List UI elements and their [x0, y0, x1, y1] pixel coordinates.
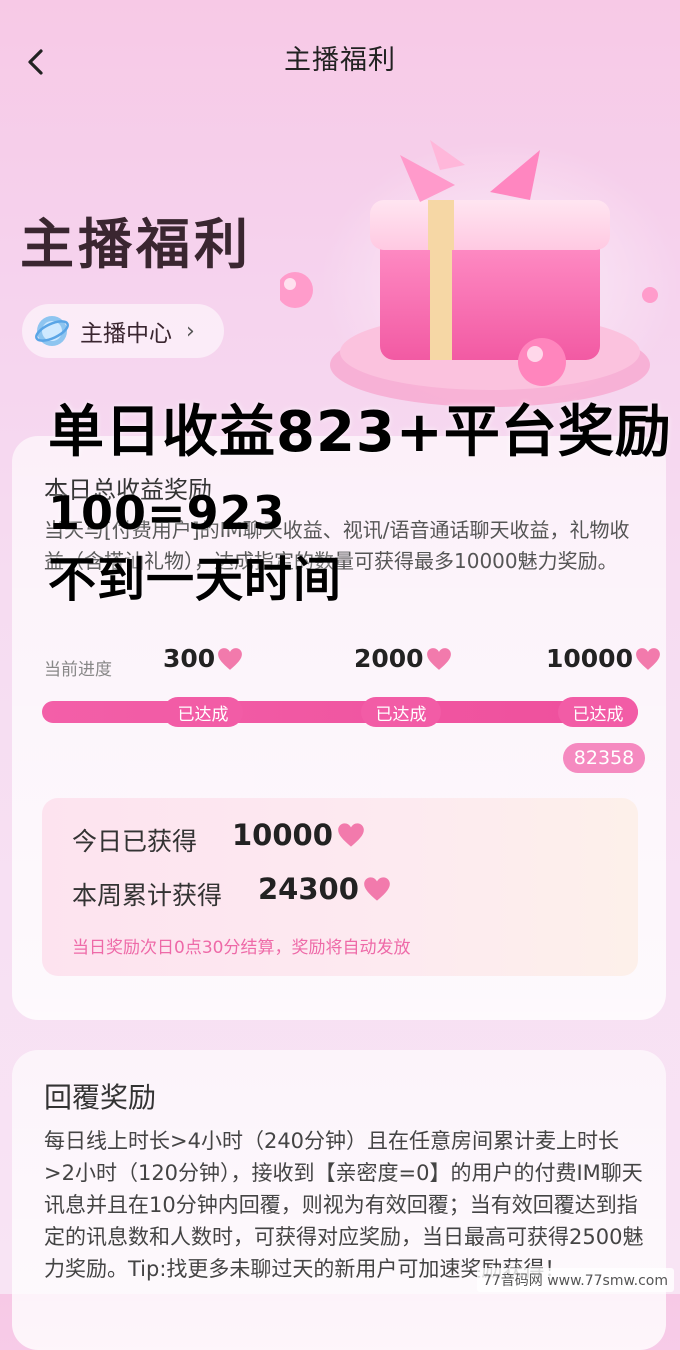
milestone-2: 2000 [354, 644, 452, 673]
progress-label: 当前进度 [44, 660, 112, 680]
reply-card-description: 每日线上时长>4小时（240分钟）且在任意房间累计麦上时长>2小时（120分钟）… [44, 1129, 644, 1281]
heart-icon [636, 647, 660, 670]
anchor-center-link[interactable]: 主播中心 › [22, 304, 224, 358]
gift-box-icon [280, 140, 680, 420]
reply-card-title: 回覆奖励 [44, 1081, 157, 1114]
milestone-value: 2000 [354, 644, 424, 673]
progress-bar [42, 701, 638, 723]
milestone-1-status: 已达成 [163, 697, 243, 727]
watermark: 77音码网 www.77smw.com [476, 1268, 674, 1292]
hero-title: 主播福利 [20, 213, 252, 276]
today-earned: 10000 [232, 818, 365, 852]
settlement-note: 当日奖励次日0点30分结算，奖励将自动发放 [72, 938, 411, 958]
milestone-value: 300 [163, 644, 216, 673]
heart-icon [364, 877, 390, 901]
overlay-caption-line-1: 单日收益823+平台奖励 [48, 400, 672, 465]
milestone-value: 10000 [546, 644, 633, 673]
anchor-center-label: 主播中心 [80, 321, 172, 347]
milestone-2-status: 已达成 [361, 697, 441, 727]
milestone-3-status: 已达成 [558, 697, 638, 727]
heart-icon [426, 647, 451, 670]
globe-icon [35, 316, 69, 346]
week-earned-label: 本周累计获得 [72, 881, 223, 910]
week-earned-value: 24300 [258, 872, 359, 906]
current-progress-value: 82358 [563, 743, 645, 773]
page-title: 主播福利 [284, 45, 396, 76]
chevron-right-icon: › [186, 318, 195, 344]
today-earned-value: 10000 [232, 818, 333, 852]
milestone-3: 10000 [546, 644, 661, 673]
heart-icon [338, 823, 364, 847]
overlay-caption-line-2: 100=923 [48, 486, 286, 540]
milestone-1: 300 [163, 644, 243, 673]
week-earned: 24300 [258, 872, 391, 906]
today-earned-label: 今日已获得 [72, 827, 198, 856]
overlay-caption-line-3: 不到一天时间 [48, 552, 343, 608]
heart-icon [218, 647, 243, 670]
